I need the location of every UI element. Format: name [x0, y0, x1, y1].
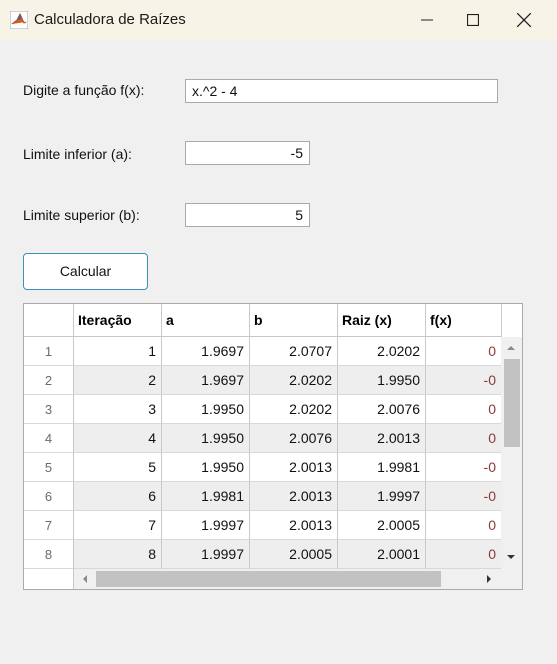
table-cell-fx[interactable]: 0	[426, 511, 502, 540]
table-cell-a[interactable]: 1.9997	[162, 511, 250, 540]
function-label: Digite a função f(x):	[23, 82, 145, 98]
table-cell-b[interactable]: 2.0013	[250, 453, 338, 482]
table-cell-fx[interactable]: -0	[426, 482, 502, 511]
table-cell-a[interactable]: 1.9950	[162, 395, 250, 424]
table-cell-b[interactable]: 2.0076	[250, 424, 338, 453]
row-number: 4	[24, 424, 74, 453]
row-number: 1	[24, 337, 74, 366]
horizontal-scrollbar[interactable]	[74, 569, 501, 589]
table-cell-x[interactable]: 2.0076	[338, 395, 426, 424]
scroll-right-icon	[487, 575, 491, 583]
table-cell-it[interactable]: 6	[74, 482, 162, 511]
corner-header	[24, 304, 74, 337]
lower-limit-label: Limite inferior (a):	[23, 146, 132, 162]
table-cell-fx[interactable]: 0	[426, 540, 502, 569]
upper-limit-input[interactable]: 5	[185, 203, 310, 227]
upper-limit-label: Limite superior (b):	[23, 207, 140, 223]
table-cell-x[interactable]: 2.0005	[338, 511, 426, 540]
minimize-button[interactable]	[404, 0, 450, 40]
row-number: 3	[24, 395, 74, 424]
table-cell-it[interactable]: 2	[74, 366, 162, 395]
lower-limit-input[interactable]: -5	[185, 141, 310, 165]
row-number: 6	[24, 482, 74, 511]
table-cell-fx[interactable]: 0	[426, 395, 502, 424]
vertical-scroll-thumb[interactable]	[504, 359, 520, 447]
table-cell-b[interactable]: 2.0202	[250, 395, 338, 424]
row-number: 7	[24, 511, 74, 540]
table-cell-fx[interactable]: 0	[426, 424, 502, 453]
table-cell-it[interactable]: 8	[74, 540, 162, 569]
table-cell-it[interactable]: 4	[74, 424, 162, 453]
column-header-iteracao[interactable]: Iteração	[74, 304, 162, 337]
column-header-fx[interactable]: f(x)	[426, 304, 502, 337]
app-window: Calculadora de Raízes Digite a função f(…	[0, 0, 557, 664]
table-cell-b[interactable]: 2.0013	[250, 511, 338, 540]
column-header-a[interactable]: a	[162, 304, 250, 337]
column-header-raiz[interactable]: Raiz (x)	[338, 304, 426, 337]
results-table[interactable]: Iteração a b Raiz (x) f(x) 1 1 1.9697 2.070…	[23, 303, 523, 590]
close-button[interactable]	[508, 0, 554, 40]
table-cell-x[interactable]: 1.9981	[338, 453, 426, 482]
horizontal-scroll-thumb[interactable]	[96, 571, 441, 587]
column-header-b[interactable]: b	[250, 304, 338, 337]
table-cell-x[interactable]: 2.0013	[338, 424, 426, 453]
window-title: Calculadora de Raízes	[34, 11, 186, 28]
row-header-footer	[24, 569, 74, 589]
table-cell-a[interactable]: 1.9997	[162, 540, 250, 569]
maximize-icon	[467, 14, 479, 26]
table-cell-it[interactable]: 5	[74, 453, 162, 482]
calculate-button[interactable]: Calcular	[23, 253, 148, 290]
title-bar: Calculadora de Raízes	[0, 0, 557, 40]
row-number: 2	[24, 366, 74, 395]
function-input[interactable]: x.^2 - 4	[185, 79, 498, 103]
row-number: 8	[24, 540, 74, 569]
table-cell-b[interactable]: 2.0707	[250, 337, 338, 366]
close-icon	[517, 13, 531, 27]
minimize-icon	[421, 19, 433, 21]
scroll-left-icon	[83, 575, 87, 583]
table-cell-it[interactable]: 3	[74, 395, 162, 424]
table-cell-a[interactable]: 1.9697	[162, 337, 250, 366]
scroll-up-icon	[507, 346, 515, 350]
table-cell-a[interactable]: 1.9950	[162, 453, 250, 482]
table-cell-it[interactable]: 1	[74, 337, 162, 366]
table-cell-fx[interactable]: 0	[426, 337, 502, 366]
table-cell-b[interactable]: 2.0013	[250, 482, 338, 511]
vertical-scrollbar[interactable]	[501, 337, 522, 569]
table-cell-a[interactable]: 1.9950	[162, 424, 250, 453]
table-cell-fx[interactable]: -0	[426, 366, 502, 395]
maximize-button[interactable]	[450, 0, 496, 40]
table-cell-x[interactable]: 2.0001	[338, 540, 426, 569]
table-cell-x[interactable]: 1.9950	[338, 366, 426, 395]
table-cell-fx[interactable]: -0	[426, 453, 502, 482]
table-cell-a[interactable]: 1.9697	[162, 366, 250, 395]
scroll-down-icon	[507, 555, 515, 559]
table-cell-a[interactable]: 1.9981	[162, 482, 250, 511]
table-cell-it[interactable]: 7	[74, 511, 162, 540]
table-cell-b[interactable]: 2.0005	[250, 540, 338, 569]
table-cell-x[interactable]: 1.9997	[338, 482, 426, 511]
row-number: 5	[24, 453, 74, 482]
table-cell-b[interactable]: 2.0202	[250, 366, 338, 395]
matlab-icon	[10, 11, 28, 29]
table-cell-x[interactable]: 2.0202	[338, 337, 426, 366]
scrollbar-corner	[501, 569, 522, 589]
